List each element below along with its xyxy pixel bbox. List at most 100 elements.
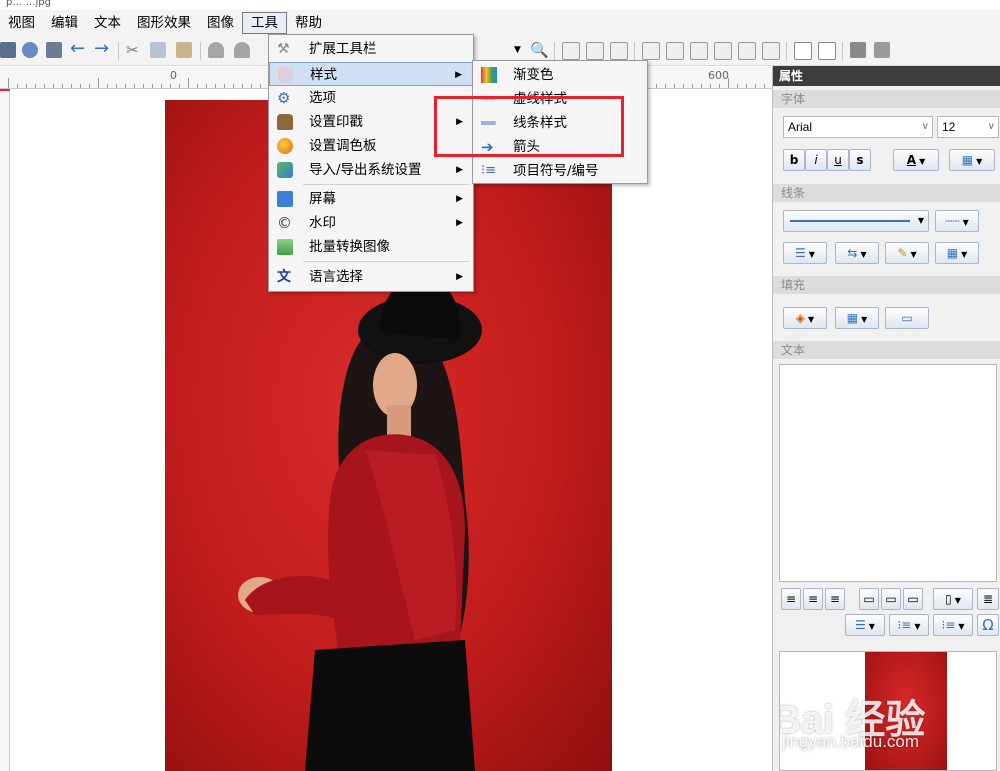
border-grid-button[interactable]: ▦ ▼ [935, 242, 979, 264]
menu-view[interactable]: 视图 [0, 12, 43, 34]
menu-tools[interactable]: 工具 [242, 12, 287, 34]
annotation-highlight-box [434, 96, 624, 157]
ruler-tick [215, 84, 216, 88]
arrow-style-button[interactable]: ⇆ ▼ [835, 242, 879, 264]
undo-icon[interactable] [208, 42, 224, 58]
layer-front-icon[interactable] [850, 42, 866, 58]
valign-middle-button[interactable]: ▭ [881, 588, 901, 610]
line-thickness-button[interactable]: ☰ ▼ [783, 242, 827, 264]
align-left-button[interactable]: ≡ [781, 588, 801, 610]
submenu-item-bullets-numbering[interactable]: ⁝≡ 项目符号/编号 [473, 159, 647, 183]
grid-icon[interactable] [794, 42, 812, 60]
fill-pattern-button[interactable]: ▦ ▼ [835, 307, 879, 329]
back-arrow-icon[interactable]: ← [70, 40, 88, 58]
align-top-icon[interactable] [562, 42, 580, 60]
align-center-icon[interactable] [666, 42, 684, 60]
same-size-icon[interactable] [762, 42, 780, 60]
ruler-tick [134, 84, 135, 88]
fill-image-button[interactable]: ▭ [885, 307, 929, 329]
paste-icon[interactable] [176, 42, 192, 58]
ruler-tick [26, 84, 27, 88]
font-name-select[interactable]: Arial ∨ [783, 116, 933, 138]
gear-icon: ⚙ [277, 89, 291, 107]
align-right-button[interactable]: ≡ [825, 588, 845, 610]
valign-top-button[interactable]: ▭ [859, 588, 879, 610]
zoom-icon[interactable]: 🔍 [530, 42, 549, 58]
dashed-line-icon: ┄┄ [945, 214, 960, 228]
submenu-item-label: 项目符号/编号 [513, 163, 599, 179]
bullet-list-icon: ⁝≡ [481, 163, 497, 178]
align-right-icon[interactable] [690, 42, 708, 60]
cut-icon[interactable]: ✂ [126, 42, 142, 58]
distribute-h-icon[interactable] [714, 42, 732, 60]
menu-item-extend-toolbar[interactable]: ⚒ 扩展工具栏 [269, 37, 473, 61]
align-bottom-icon[interactable] [610, 42, 628, 60]
copyright-icon: © [277, 214, 292, 232]
text-border-button[interactable]: ▦ ▼ [949, 149, 995, 171]
layer-back-icon[interactable] [874, 42, 890, 58]
menu-help[interactable]: 帮助 [287, 12, 330, 34]
pencil-icon: ✎ [897, 246, 908, 260]
line-width-select[interactable]: ▼ [783, 210, 929, 232]
menu-item-screen[interactable]: 屏幕 ▶ [269, 187, 473, 211]
redo-icon[interactable] [234, 42, 250, 58]
ruler-tick [8, 78, 9, 88]
ruler-tick [71, 84, 72, 88]
underline-button[interactable]: u [827, 149, 849, 171]
text-input-area[interactable] [779, 364, 997, 582]
line-color-button[interactable]: ✎ ▼ [885, 242, 929, 264]
forward-arrow-icon[interactable]: → [94, 40, 112, 58]
menu-image[interactable]: 图像 [199, 12, 242, 34]
text-color-button[interactable]: A ▼ [893, 149, 939, 171]
menu-item-style[interactable]: 样式 ▶ [269, 62, 473, 86]
table-grid-icon: ▦ [846, 311, 859, 325]
ruler-tick [701, 84, 702, 88]
align-middle-icon[interactable] [586, 42, 604, 60]
menu-item-batch-convert[interactable]: 批量转换图像 [269, 235, 473, 259]
indent-button[interactable]: ☰ ▼ [845, 614, 885, 636]
menu-item-language[interactable]: 文 语言选择 ▶ [269, 265, 473, 289]
italic-button[interactable]: i [805, 149, 827, 171]
align-left-icon[interactable] [642, 42, 660, 60]
ruler-tick [719, 84, 720, 88]
dropdown-arrow-icon: ▼ [958, 622, 965, 631]
submenu-item-gradient[interactable]: 渐变色 [473, 63, 647, 87]
indent-icon: ☰ [855, 618, 866, 632]
bold-button[interactable]: b [783, 149, 805, 171]
globe-icon[interactable] [22, 42, 38, 58]
ruler-tick [188, 78, 189, 88]
menu-text[interactable]: 文本 [86, 12, 129, 34]
menu-item-watermark[interactable]: © 水印 ▶ [269, 211, 473, 235]
menu-graphic-effects[interactable]: 图形效果 [129, 12, 199, 34]
strikethrough-button[interactable]: s [849, 149, 871, 171]
zoom-dropdown-arrow-icon[interactable]: ▼ [514, 42, 524, 58]
dash-style-select[interactable]: ┄┄ ▼ [935, 210, 979, 232]
ruler-tick [116, 84, 117, 88]
arrows-icon: ⇆ [847, 246, 858, 260]
align-left-icon: ≡ [785, 592, 797, 606]
fill-color-button[interactable]: ◈ ▼ [783, 307, 827, 329]
font-size-select[interactable]: 12 ∨ [937, 116, 999, 138]
text-section-header: 文本 [773, 341, 1000, 359]
monitor-icon [277, 191, 293, 207]
copy-icon[interactable] [150, 42, 166, 58]
distribute-v-icon[interactable] [738, 42, 756, 60]
insert-symbol-button[interactable]: Ω [977, 614, 999, 636]
menu-edit[interactable]: 编辑 [43, 12, 86, 34]
numbering-button[interactable]: ⁝≡ ▼ [933, 614, 973, 636]
ruler-tick [746, 84, 747, 88]
line-spacing-button[interactable]: ≣ [977, 588, 999, 610]
ruler-tick [665, 84, 666, 88]
save-icon[interactable] [0, 42, 16, 58]
scan-icon[interactable] [46, 42, 62, 58]
bullets-button[interactable]: ⁝≡ ▼ [889, 614, 929, 636]
preview-pane: Bai 经验 jingyan.baidu.com [779, 651, 997, 771]
text-box-button[interactable]: ▯ ▼ [933, 588, 973, 610]
valign-top-icon: ▭ [863, 592, 875, 606]
valign-bottom-button[interactable]: ▭ [903, 588, 923, 610]
dropdown-arrow-icon: ▼ [910, 250, 917, 259]
menu-item-import-export[interactable]: 导入/导出系统设置 ▶ [269, 158, 473, 182]
align-center-button[interactable]: ≡ [803, 588, 823, 610]
group-icon[interactable] [818, 42, 836, 60]
ruler-tick [89, 84, 90, 88]
